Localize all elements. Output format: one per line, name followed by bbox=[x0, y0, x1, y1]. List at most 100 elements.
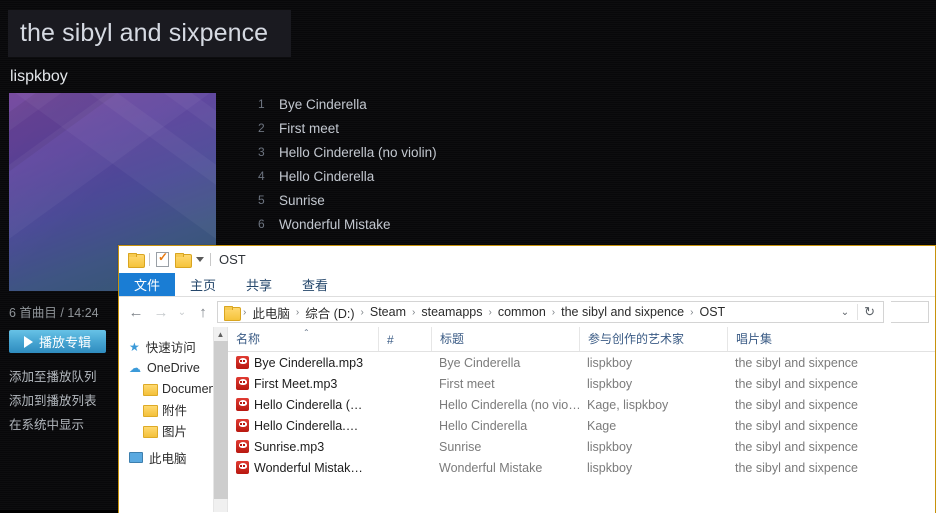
file-album-cell: the sibyl and sixpence bbox=[727, 440, 887, 454]
mp3-file-icon bbox=[236, 461, 249, 474]
table-row[interactable]: Bye Cinderella.mp3 Bye Cinderella lispkb… bbox=[228, 352, 935, 373]
forward-button[interactable]: → bbox=[150, 301, 172, 323]
nav-item-onedrive[interactable]: ☁ OneDrive bbox=[119, 357, 227, 378]
column-header-name[interactable]: ⌃ 名称 bbox=[228, 327, 378, 351]
track-row[interactable]: 1 Bye Cinderella bbox=[258, 92, 678, 116]
window-title: OST bbox=[219, 252, 246, 267]
breadcrumb-item-steamapps[interactable]: steamapps bbox=[417, 305, 486, 319]
file-title-cell: First meet bbox=[431, 377, 579, 391]
nav-item-label: 附件 bbox=[162, 400, 187, 419]
column-header-title[interactable]: 标题 bbox=[431, 327, 579, 351]
track-row[interactable]: 3 Hello Cinderella (no violin) bbox=[258, 140, 678, 164]
tab-share[interactable]: 共享 bbox=[231, 273, 287, 296]
file-name-cell: Sunrise.mp3 bbox=[228, 440, 378, 454]
breadcrumb-item-game[interactable]: the sibyl and sixpence bbox=[557, 305, 688, 319]
folder-icon[interactable] bbox=[128, 253, 143, 266]
toolbar-separator bbox=[149, 253, 150, 266]
file-name: Hello Cinderella.… bbox=[254, 419, 358, 433]
file-album-cell: the sibyl and sixpence bbox=[727, 356, 887, 370]
table-row[interactable]: Wonderful Mistak… Wonderful Mistake lisp… bbox=[228, 457, 935, 478]
file-title-cell: Sunrise bbox=[431, 440, 579, 454]
search-input[interactable] bbox=[891, 301, 929, 323]
nav-item-this-pc[interactable]: 此电脑 bbox=[119, 447, 227, 468]
recent-locations-button[interactable]: ⌄ bbox=[175, 301, 189, 323]
file-explorer-window: OST 文件 主页 共享 查看 ← → ⌄ ↑ › 此电脑 › 综合 (D:) … bbox=[118, 245, 936, 513]
back-button[interactable]: ← bbox=[125, 301, 147, 323]
breadcrumb-item-common[interactable]: common bbox=[494, 305, 550, 319]
table-row[interactable]: Sunrise.mp3 Sunrise lispkboy the sibyl a… bbox=[228, 436, 935, 457]
explorer-body: ★ 快速访问 ☁ OneDrive Documents 附件 图片 此电脑 bbox=[119, 327, 935, 512]
file-album-cell: the sibyl and sixpence bbox=[727, 461, 887, 475]
star-icon: ★ bbox=[129, 340, 140, 354]
breadcrumb-item-drive-d[interactable]: 综合 (D:) bbox=[301, 303, 358, 322]
table-row[interactable]: First Meet.mp3 First meet lispkboy the s… bbox=[228, 373, 935, 394]
nav-item-documents[interactable]: Documents bbox=[119, 378, 227, 399]
computer-icon bbox=[129, 452, 143, 463]
page-title: the sibyl and sixpence bbox=[20, 19, 268, 48]
file-name: Bye Cinderella.mp3 bbox=[254, 356, 363, 370]
scroll-up-icon[interactable]: ▲ bbox=[214, 327, 227, 341]
column-header-row: ⌃ 名称 # 标题 参与创作的艺术家 唱片集 bbox=[228, 327, 935, 352]
nav-item-quick-access[interactable]: ★ 快速访问 bbox=[119, 336, 227, 357]
cloud-icon: ☁ bbox=[129, 361, 141, 375]
breadcrumb-item-steam[interactable]: Steam bbox=[366, 305, 410, 319]
explorer-title-bar: OST bbox=[119, 246, 935, 273]
table-row[interactable]: Hello Cinderella.… Hello Cinderella Kage… bbox=[228, 415, 935, 436]
play-album-label: 播放专辑 bbox=[39, 332, 91, 351]
track-list: 1 Bye Cinderella 2 First meet 3 Hello Ci… bbox=[258, 92, 678, 236]
ribbon-tab-bar: 文件 主页 共享 查看 bbox=[119, 273, 935, 297]
nav-item-pictures[interactable]: 图片 bbox=[119, 420, 227, 441]
column-header-album[interactable]: 唱片集 bbox=[727, 327, 887, 351]
folder-icon bbox=[143, 404, 156, 415]
mp3-file-icon bbox=[236, 440, 249, 453]
track-row[interactable]: 4 Hello Cinderella bbox=[258, 164, 678, 188]
breadcrumb-item-ost[interactable]: OST bbox=[695, 305, 729, 319]
tab-home[interactable]: 主页 bbox=[175, 273, 231, 296]
breadcrumb-separator: › bbox=[242, 307, 247, 318]
track-row[interactable]: 6 Wonderful Mistake bbox=[258, 212, 678, 236]
chevron-down-icon[interactable] bbox=[196, 257, 204, 262]
nav-item-label: 快速访问 bbox=[146, 337, 196, 356]
address-dropdown-icon[interactable]: ⌄ bbox=[834, 307, 856, 318]
track-number: 3 bbox=[258, 145, 279, 159]
column-header-number[interactable]: # bbox=[378, 327, 431, 351]
track-name: Wonderful Mistake bbox=[279, 217, 391, 232]
breadcrumb-item-this-pc[interactable]: 此电脑 bbox=[248, 303, 294, 322]
file-list-pane: ⌃ 名称 # 标题 参与创作的艺术家 唱片集 B bbox=[228, 327, 935, 512]
refresh-icon[interactable]: ↻ bbox=[857, 304, 881, 320]
file-artist-cell: lispkboy bbox=[579, 440, 727, 454]
file-name-cell: Hello Cinderella (… bbox=[228, 398, 378, 412]
tab-view[interactable]: 查看 bbox=[287, 273, 343, 296]
sort-ascending-icon: ⌃ bbox=[303, 328, 310, 337]
navigation-pane-scrollbar[interactable]: ▲ bbox=[213, 327, 227, 512]
nav-item-label: 图片 bbox=[162, 421, 187, 440]
breadcrumb-separator: › bbox=[411, 307, 416, 318]
table-row[interactable]: Hello Cinderella (… Hello Cinderella (no… bbox=[228, 394, 935, 415]
breadcrumb-separator: › bbox=[360, 307, 365, 318]
track-row[interactable]: 2 First meet bbox=[258, 116, 678, 140]
column-label: 参与创作的艺术家 bbox=[588, 330, 684, 347]
mp3-file-icon bbox=[236, 356, 249, 369]
track-row[interactable]: 5 Sunrise bbox=[258, 188, 678, 212]
show-in-system-action[interactable]: 在系统中显示 bbox=[9, 414, 84, 433]
address-bar[interactable]: › 此电脑 › 综合 (D:) › Steam › steamapps › co… bbox=[217, 301, 884, 323]
breadcrumb-separator: › bbox=[551, 307, 556, 318]
file-name: First Meet.mp3 bbox=[254, 377, 337, 391]
file-name: Wonderful Mistak… bbox=[254, 461, 363, 475]
new-folder-icon[interactable] bbox=[175, 253, 190, 266]
play-album-button[interactable]: 播放专辑 bbox=[9, 330, 106, 353]
up-button[interactable]: ↑ bbox=[192, 301, 214, 323]
file-name-cell: Bye Cinderella.mp3 bbox=[228, 356, 378, 370]
file-name: Hello Cinderella (… bbox=[254, 398, 362, 412]
mp3-file-icon bbox=[236, 419, 249, 432]
add-to-playlist-action[interactable]: 添加到播放列表 bbox=[9, 390, 97, 409]
column-header-artist[interactable]: 参与创作的艺术家 bbox=[579, 327, 727, 351]
file-title-cell: Wonderful Mistake bbox=[431, 461, 579, 475]
scrollbar-thumb[interactable] bbox=[214, 341, 228, 499]
nav-item-attachments[interactable]: 附件 bbox=[119, 399, 227, 420]
folder-icon bbox=[143, 425, 156, 436]
properties-icon[interactable] bbox=[156, 252, 169, 267]
file-album-cell: the sibyl and sixpence bbox=[727, 398, 887, 412]
tab-file[interactable]: 文件 bbox=[119, 273, 175, 296]
add-to-queue-action[interactable]: 添加至播放队列 bbox=[9, 366, 97, 385]
